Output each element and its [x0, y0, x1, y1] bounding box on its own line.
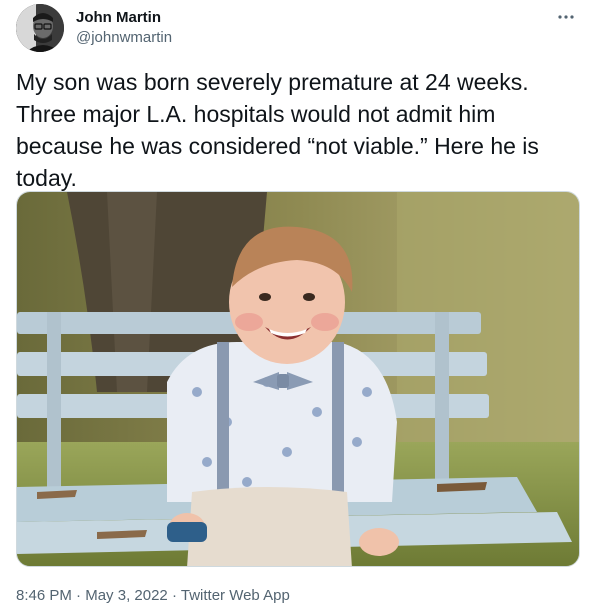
photo-child-on-bench: [17, 192, 579, 566]
tweet-date[interactable]: May 3, 2022: [85, 587, 168, 604]
avatar[interactable]: [16, 4, 64, 52]
more-icon: [558, 15, 574, 19]
display-name[interactable]: John Martin: [76, 8, 172, 28]
meta-separator: ·: [171, 587, 177, 604]
author-names: John Martin @johnwmartin: [76, 8, 172, 48]
meta-separator: ·: [76, 587, 82, 604]
tweet-source[interactable]: Twitter Web App: [181, 587, 290, 604]
tweet-header: John Martin @johnwmartin: [16, 4, 579, 52]
tweet-time[interactable]: 8:46 PM: [16, 587, 72, 604]
tweet-meta: 8:46 PM · May 3, 2022 · Twitter Web App: [16, 586, 290, 606]
handle[interactable]: @johnwmartin: [76, 28, 172, 48]
tweet-container: John Martin @johnwmartin My son was born…: [0, 0, 595, 611]
tweet-photo[interactable]: [16, 191, 580, 567]
more-options-button[interactable]: [555, 6, 577, 28]
tweet-text: My son was born severely premature at 24…: [16, 69, 539, 191]
avatar-image: [16, 4, 64, 52]
